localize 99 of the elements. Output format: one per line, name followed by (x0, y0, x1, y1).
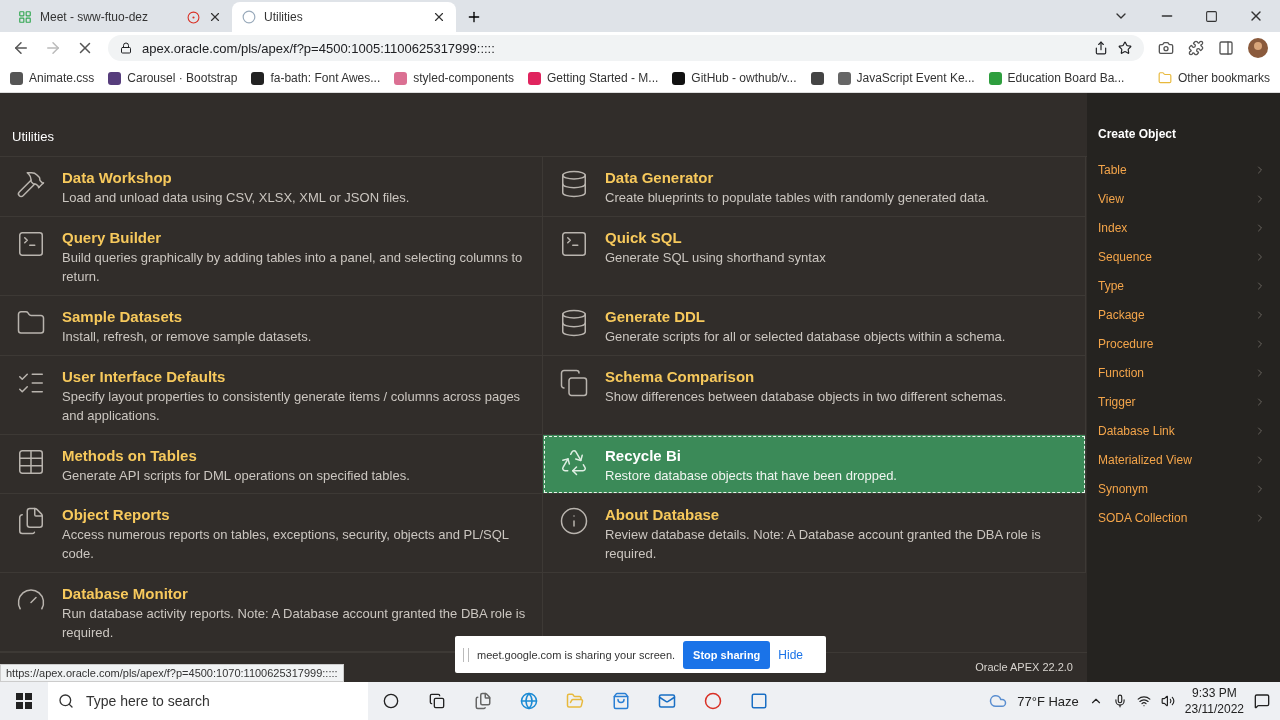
close-icon[interactable] (208, 10, 222, 24)
sidebar-item[interactable]: Package (1087, 300, 1280, 329)
utility-description: Show differences between database objects in two different schemas. (605, 387, 1007, 406)
utility-title: Query Builder (62, 228, 163, 246)
utility-title: Database Monitor (62, 584, 189, 602)
utility-card[interactable]: About Database Review database details. Note: A Database account granted the DBA role is required. (543, 493, 1086, 573)
utility-description: Access numerous reports on tables, exceptions, security, objects and PL/SQL code. (62, 525, 510, 563)
folder-icon (1157, 71, 1172, 85)
bookmark[interactable]: JavaScript Event Ke... (837, 71, 975, 85)
sidebar-item[interactable]: Sequence (1087, 242, 1280, 271)
meet-icon (18, 10, 32, 24)
utility-card[interactable]: Generate DDL Generate scripts for all or selected database objects within a schema. (543, 295, 1086, 356)
browser-tab[interactable]: Utilities (232, 2, 456, 32)
camera-icon[interactable] (1158, 40, 1174, 56)
utility-description: Generate SQL using shorthand syntax (605, 248, 826, 267)
utility-title: User Interface Defaults (62, 367, 227, 385)
recording-icon (187, 10, 200, 24)
bookmark[interactable]: Education Board Ba... (988, 71, 1125, 85)
search-icon (58, 693, 74, 709)
utility-description: Restore database objects that have been dropped. (605, 466, 897, 485)
files-icon (16, 505, 46, 536)
utility-card[interactable]: Object Reports Access numerous reports on tables, exceptions, security, objects and PL/SQL code. (0, 493, 543, 573)
version-label: Oracle APEX 22.2.0 (975, 661, 1073, 674)
utility-card[interactable]: Sample Datasets Install, refresh, or remove sample datasets. (0, 295, 543, 356)
side-panel-icon[interactable] (1218, 40, 1234, 56)
sidebar-item[interactable]: Materialized View (1087, 445, 1280, 474)
utility-description: Install, refresh, or remove sample datasets. (62, 327, 312, 346)
sidebar-item[interactable]: Procedure (1087, 329, 1280, 358)
bookmark[interactable]: Getting Started - M... (528, 71, 659, 85)
utility-title: Recycle Bi (605, 446, 682, 464)
status-url: https://apex.oracle.com/pls/apex/f?p=4500:1070:1100625317999::::: (0, 664, 344, 682)
sidebar-item[interactable]: Trigger (1087, 387, 1280, 416)
utility-title: About Database (605, 505, 721, 523)
bookmark[interactable]: GitHub - owthub/v... (672, 71, 797, 85)
utility-title: Object Reports (62, 505, 171, 523)
utility-card[interactable]: Recycle Bi Restore database objects that have been dropped. (543, 434, 1086, 494)
extensions-icon[interactable] (1188, 40, 1204, 56)
utility-description: Generate scripts for all or selected database objects within a schema. (605, 327, 1006, 346)
database-icon (559, 307, 589, 338)
hide-link[interactable]: Hide (778, 647, 804, 662)
share-icon[interactable] (1094, 41, 1108, 55)
back-icon[interactable] (12, 39, 30, 57)
utility-title: Data Workshop (62, 168, 173, 186)
utility-card[interactable]: Query Builder Build queries graphically by adding tables into a panel, and selecting columns to return. (0, 216, 543, 296)
star-icon[interactable] (1118, 41, 1132, 55)
weather-icon (989, 692, 1008, 710)
sidebar-item[interactable]: View (1087, 184, 1280, 213)
bookmark[interactable]: Carousel · Bootstrap (108, 71, 238, 85)
bookmark[interactable]: styled-components (394, 71, 514, 85)
loading-icon (242, 10, 256, 24)
utility-card[interactable]: Schema Comparison Show differences between database objects in two different schemas. (543, 355, 1086, 435)
sidebar-item[interactable]: SODA Collection (1087, 503, 1280, 532)
close-icon[interactable] (432, 10, 446, 24)
utility-card[interactable]: Quick SQL Generate SQL using shorthand syntax (543, 216, 1086, 296)
address-field[interactable]: apex.oracle.com/pls/apex/f?p=4500:1005:1100625317999::::: (108, 35, 1144, 61)
utility-description: Specify layout properties to consistently generate items / columns across pages and applications. (62, 387, 522, 425)
info-icon (559, 505, 589, 536)
sidebar-item[interactable]: Synonym (1087, 474, 1280, 503)
volume-icon[interactable] (1160, 694, 1175, 708)
bookmark[interactable]: fa-bath: Font Awes... (251, 71, 381, 85)
utility-description: Review database details. Note: A Database account granted the DBA role is required. (605, 525, 1042, 563)
utility-card[interactable]: Methods on Tables Generate API scripts for DML operations on specified tables. (0, 434, 543, 494)
sidebar-item[interactable]: Function (1087, 358, 1280, 387)
utility-title: Quick SQL (605, 228, 683, 246)
clock[interactable]: 9:33 PM 23/11/2022 (1184, 685, 1244, 717)
utility-card[interactable]: Data Workshop Load and unload data using CSV, XLSX, XML or JSON files. (0, 156, 543, 217)
wifi-icon[interactable] (1136, 694, 1151, 708)
overlap-icon (559, 367, 589, 398)
new-tab-icon[interactable] (466, 9, 482, 25)
section-title: Utilities (12, 128, 54, 144)
taskbar-search-field[interactable]: Type here to search (48, 682, 368, 720)
sidebar-item[interactable]: Table (1087, 155, 1280, 184)
sidebar-item[interactable]: Index (1087, 213, 1280, 242)
sidebar-title: Create Object (1097, 127, 1178, 143)
utility-description: Generate API scripts for DML operations on specified tables. (62, 466, 410, 485)
microphone-icon[interactable] (1112, 694, 1127, 708)
utility-description: Load and unload data using CSV, XLSX, XML or JSON files. (62, 188, 410, 207)
utility-description: Build queries graphically by adding tables into a panel, and selecting columns to return. (62, 248, 524, 286)
lock-icon (120, 42, 132, 54)
browser-tab[interactable]: Meet - sww-ftuo-dez (8, 2, 232, 32)
stop-sharing-button[interactable]: Stop sharing (683, 640, 771, 669)
utility-title: Sample Datasets (62, 307, 184, 325)
utility-card[interactable]: User Interface Defaults Specify layout properties to consistently generate items / columns across pages and applications. (0, 355, 543, 435)
notification-icon[interactable] (1254, 693, 1270, 709)
utility-title: Schema Comparison (605, 367, 756, 385)
utility-title: Data Generator (605, 168, 715, 186)
other-bookmarks[interactable]: Other bookmarks (1157, 71, 1270, 85)
utility-description: Create blueprints to populate tables with randomly generated data. (605, 188, 989, 207)
utility-title: Methods on Tables (62, 446, 198, 464)
drag-handle[interactable] (463, 647, 469, 662)
bookmark[interactable]: Animate.css (10, 71, 95, 85)
utility-title: Generate DDL (605, 307, 707, 325)
sidebar-item[interactable]: Database Link (1087, 416, 1280, 445)
utility-description: Run database activity reports. Note: A Database account granted the DBA role is required. (62, 604, 526, 642)
maximize-icon[interactable] (1205, 9, 1218, 23)
database-icon (559, 168, 589, 199)
utility-card[interactable]: Data Generator Create blueprints to populate tables with randomly generated data. (543, 156, 1086, 217)
sidebar-item[interactable]: Type (1087, 271, 1280, 300)
weather-text: 77°F Haze (1017, 693, 1079, 709)
